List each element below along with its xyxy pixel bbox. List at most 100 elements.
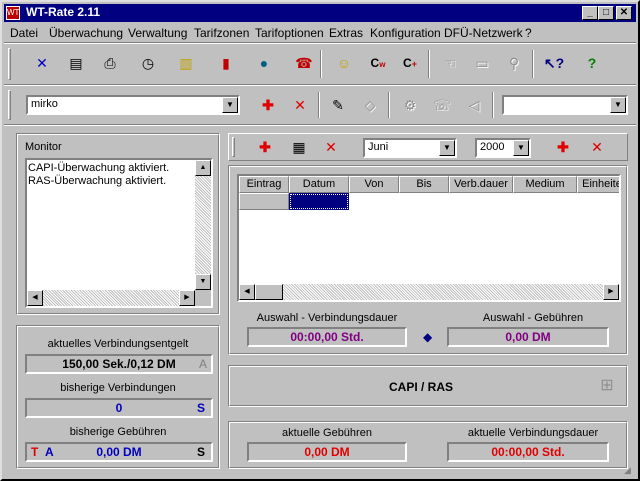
minimize-button[interactable]: _	[582, 6, 598, 20]
entgelt-value-box: 150,00 Sek./0,12 DM A	[25, 354, 213, 374]
hand-icon[interactable]: ☜	[438, 52, 462, 74]
stopwatch-icon[interactable]: ◷	[136, 52, 160, 74]
column-header[interactable]: Eintrag	[239, 176, 289, 193]
chevron-down-icon[interactable]: ▼	[513, 140, 529, 156]
column-header[interactable]: Verb.dauer	[449, 176, 513, 193]
menu-extras[interactable]: Extras	[329, 26, 363, 40]
magnifier-icon[interactable]: ⚲	[502, 52, 526, 74]
context-help-icon[interactable]: ↖?	[542, 52, 566, 74]
profile-toolbar-grip[interactable]	[8, 90, 11, 120]
column-header[interactable]: Einheite	[577, 176, 619, 193]
books-icon[interactable]: ▥	[174, 52, 198, 74]
profile-select[interactable]: mirko ▼	[26, 95, 240, 115]
scroll-left-icon[interactable]: ◀	[239, 284, 255, 300]
profile-toolbar-separator	[4, 124, 636, 126]
connect-icon[interactable]: ⚙	[398, 94, 422, 116]
cost-w-icon[interactable]: Cw	[366, 52, 390, 74]
menu-help[interactable]: ?	[525, 26, 532, 40]
column-header[interactable]: Bis	[399, 176, 449, 193]
filter-toolbar: ✚ ▦ ✕ Juni ▼ 2000 ▼ ✚ ✕	[228, 133, 628, 161]
toolbar-grip[interactable]	[8, 48, 11, 80]
entries-group: Eintrag Datum Von Bis Verb.dauer Medium …	[228, 165, 628, 355]
selected-cell[interactable]	[289, 193, 349, 210]
monitor-title: Monitor	[25, 141, 62, 153]
chart-icon[interactable]: ▮	[214, 52, 238, 74]
document-icon[interactable]: ▤	[64, 52, 88, 74]
edit-profile-icon[interactable]: ✎	[326, 94, 350, 116]
monitor-scrollbar-v[interactable]: ▲ ▼	[195, 160, 211, 290]
toolbar-separator-h	[4, 84, 636, 86]
menu-dfue-netzwerk[interactable]: DFÜ-Netzwerk	[444, 26, 523, 40]
gebuehren-label: bisherige Gebühren	[69, 426, 167, 438]
telephone-icon[interactable]: ☏	[430, 94, 454, 116]
mode-status-panel: CAPI / RAS ⊞	[228, 365, 628, 407]
entgelt-label: aktuelles Verbindungsentgelt	[47, 338, 189, 350]
menu-verwaltung[interactable]: Verwaltung	[128, 26, 187, 40]
chevron-down-icon[interactable]: ▼	[222, 97, 238, 113]
scroll-left-icon[interactable]: ◀	[27, 290, 43, 306]
add-entry-icon[interactable]: ✚	[253, 136, 277, 158]
smiley-icon[interactable]: ☺	[332, 52, 356, 74]
phone-icon[interactable]: ☎	[292, 52, 316, 74]
add-profile-icon[interactable]: ✚	[256, 94, 280, 116]
title-bar[interactable]: WT WT-Rate 2.11 _ □ ✕	[4, 4, 636, 22]
menu-bar: Datei Überwachung Verwaltung Tarifzonen …	[4, 23, 636, 42]
main-window: WT WT-Rate 2.11 _ □ ✕ Datei Überwachung …	[0, 0, 640, 481]
toolbar-separator	[318, 92, 320, 118]
gebuehren-suffix: S	[196, 445, 205, 459]
menu-ueberwachung[interactable]: Überwachung	[49, 26, 123, 40]
printer-icon[interactable]: ⎙	[98, 52, 122, 74]
menu-konfiguration[interactable]: Konfiguration	[370, 26, 441, 40]
app-icon[interactable]: WT	[6, 6, 20, 20]
remove-filter-icon[interactable]: ✕	[585, 136, 609, 158]
add-filter-icon[interactable]: ✚	[551, 136, 575, 158]
globe-icon[interactable]: ●	[252, 52, 276, 74]
scroll-thumb[interactable]	[255, 284, 283, 300]
month-select[interactable]: Juni ▼	[363, 138, 457, 158]
gebuehren-prefix-a: A	[45, 445, 54, 459]
monitor-line: RAS-Überwachung aktiviert.	[28, 175, 167, 187]
auswahl-dauer-label: Auswahl - Verbindungsdauer	[256, 312, 398, 324]
eraser-icon[interactable]: ◇	[358, 94, 382, 116]
entgelt-suffix: A	[198, 357, 207, 371]
diamond-icon: ◆	[423, 330, 433, 344]
window-title: WT-Rate 2.11	[26, 5, 101, 19]
close-button[interactable]: ✕	[616, 6, 632, 20]
delete-entry-icon[interactable]: ✕	[319, 136, 343, 158]
scroll-up-icon[interactable]: ▲	[195, 160, 211, 176]
maximize-button[interactable]: □	[598, 6, 614, 20]
chevron-down-icon[interactable]: ▼	[439, 140, 455, 156]
aktuell-dauer-value: 00:00,00 Std.	[447, 442, 609, 462]
row-indicator[interactable]	[239, 193, 289, 210]
toolbar-separator	[388, 92, 390, 118]
battery-icon[interactable]: ▭	[470, 52, 494, 74]
mode-status-label: CAPI / RAS	[388, 380, 453, 394]
speaker-icon[interactable]: ◁	[462, 94, 486, 116]
secondary-select[interactable]: ▼	[502, 95, 628, 115]
edit-entry-icon[interactable]: ▦	[287, 136, 311, 158]
gebuehren-prefix-t: T	[31, 445, 39, 459]
monitor-group: Monitor CAPI-Überwachung aktiviert. RAS-…	[16, 133, 220, 315]
year-select[interactable]: 2000 ▼	[475, 138, 531, 158]
monitor-log[interactable]: CAPI-Überwachung aktiviert. RAS-Überwach…	[25, 158, 213, 308]
menu-datei[interactable]: Datei	[10, 26, 38, 40]
scroll-right-icon[interactable]: ▶	[603, 284, 619, 300]
resize-grip-icon[interactable]: ◢	[624, 465, 636, 477]
scroll-right-icon[interactable]: ▶	[179, 290, 195, 306]
menu-tarifoptionen[interactable]: Tarifoptionen	[255, 26, 324, 40]
column-header[interactable]: Datum	[289, 176, 349, 193]
close-x-icon[interactable]: ✕	[30, 52, 54, 74]
delete-profile-icon[interactable]: ✕	[288, 94, 312, 116]
column-header[interactable]: Von	[349, 176, 399, 193]
monitor-scrollbar-h[interactable]: ◀ ▶	[27, 290, 195, 306]
scroll-down-icon[interactable]: ▼	[195, 274, 211, 290]
help-icon[interactable]: ?	[580, 52, 604, 74]
menu-tarifzonen[interactable]: Tarifzonen	[194, 26, 249, 40]
aktuell-dauer-label: aktuelle Verbindungsdauer	[467, 427, 599, 439]
filter-toolbar-grip[interactable]	[232, 137, 235, 157]
entries-scrollbar-h[interactable]: ◀ ▶	[239, 284, 619, 300]
column-header[interactable]: Medium	[513, 176, 577, 193]
chevron-down-icon[interactable]: ▼	[610, 97, 626, 113]
entries-table[interactable]: Eintrag Datum Von Bis Verb.dauer Medium …	[237, 174, 621, 302]
cost-plus-icon[interactable]: C+	[398, 52, 422, 74]
